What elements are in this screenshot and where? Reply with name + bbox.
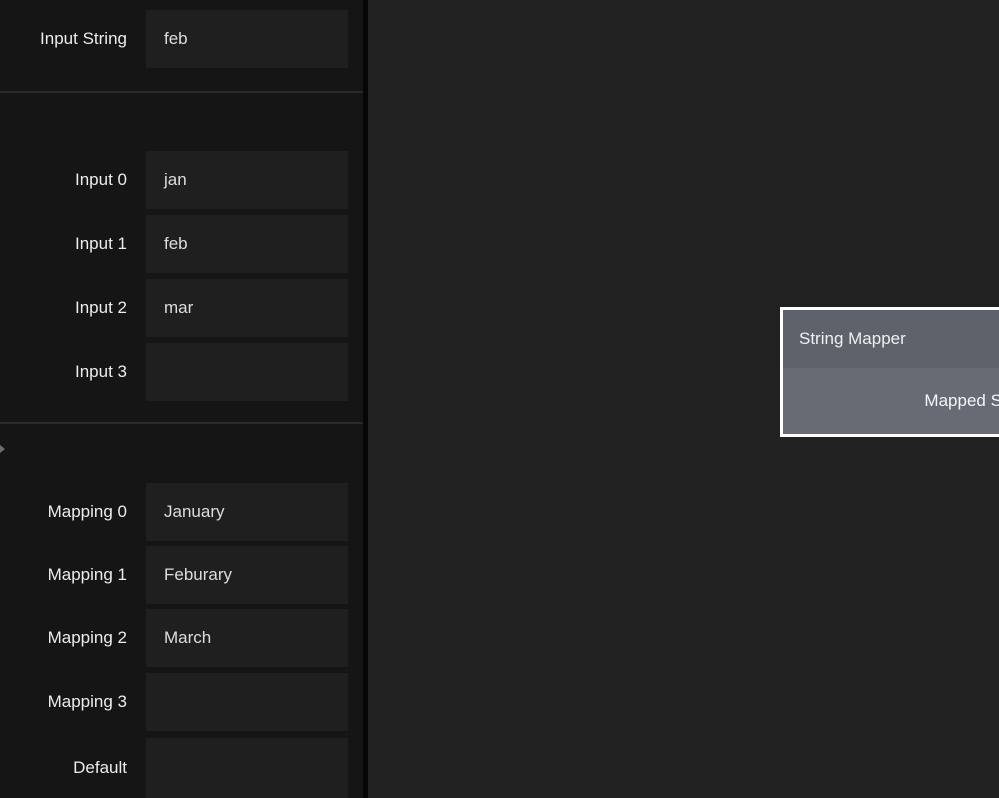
param-label-mapping-0: Mapping 0 bbox=[0, 483, 127, 541]
param-row-input-0: Input 0 jan bbox=[0, 151, 363, 209]
param-label-mapping-1: Mapping 1 bbox=[0, 546, 127, 604]
param-label-input-1: Input 1 bbox=[0, 215, 127, 273]
param-field-input-2[interactable]: mar bbox=[146, 279, 348, 337]
string-mapper-title: String Mapper bbox=[799, 329, 906, 349]
param-row-input-3: Input 3 bbox=[0, 343, 363, 401]
param-label-input-0: Input 0 bbox=[0, 151, 127, 209]
param-row-mapping-2: Mapping 2 March bbox=[0, 609, 363, 667]
string-mapper-output-row: Mapped String bbox=[783, 368, 999, 434]
param-field-input-3[interactable] bbox=[146, 343, 348, 401]
param-label-mapping-2: Mapping 2 bbox=[0, 609, 127, 667]
separator bbox=[0, 422, 363, 424]
param-field-mapping-1[interactable]: Feburary bbox=[146, 546, 348, 604]
param-field-mapping-2[interactable]: March bbox=[146, 609, 348, 667]
separator bbox=[0, 91, 363, 93]
param-row-default: Default bbox=[0, 738, 363, 798]
param-row-input-2: Input 2 mar bbox=[0, 279, 363, 337]
collapse-arrow-icon[interactable] bbox=[0, 445, 5, 453]
param-row-mapping-1: Mapping 1 Feburary bbox=[0, 546, 363, 604]
param-label-input-string: Input String bbox=[0, 10, 127, 68]
param-label-mapping-3: Mapping 3 bbox=[0, 673, 127, 731]
param-label-default: Default bbox=[0, 738, 127, 798]
string-mapper-header[interactable]: String Mapper bbox=[783, 310, 999, 368]
param-field-mapping-3[interactable] bbox=[146, 673, 348, 731]
param-field-input-string[interactable]: feb bbox=[146, 10, 348, 68]
param-field-mapping-0[interactable]: January bbox=[146, 483, 348, 541]
node-string-mapper[interactable]: String Mapper Mapped String bbox=[780, 307, 999, 437]
param-field-input-1[interactable]: feb bbox=[146, 215, 348, 273]
node-graph-canvas[interactable]: Group Text Text String Mapper Mapped Str… bbox=[368, 0, 999, 798]
param-row-mapping-0: Mapping 0 January bbox=[0, 483, 363, 541]
param-row-input-1: Input 1 feb bbox=[0, 215, 363, 273]
param-label-input-2: Input 2 bbox=[0, 279, 127, 337]
param-row-input-string: Input String feb bbox=[0, 10, 363, 68]
param-row-mapping-3: Mapping 3 bbox=[0, 673, 363, 731]
parameter-panel: Input String feb Input 0 jan Input 1 feb… bbox=[0, 0, 363, 798]
mapped-string-output-label: Mapped String bbox=[924, 391, 999, 411]
param-field-input-0[interactable]: jan bbox=[146, 151, 348, 209]
param-field-default[interactable] bbox=[146, 738, 348, 798]
param-label-input-3: Input 3 bbox=[0, 343, 127, 401]
